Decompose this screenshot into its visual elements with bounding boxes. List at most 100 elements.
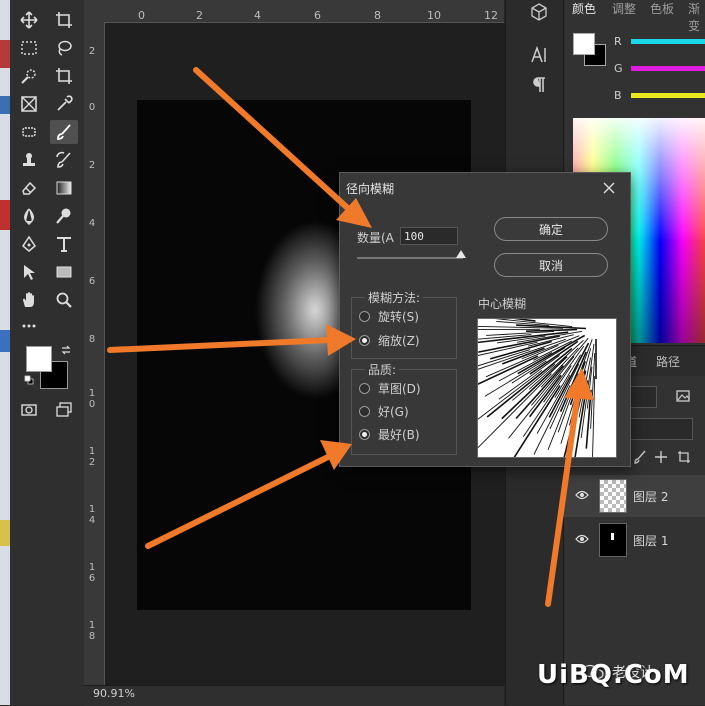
tab-color[interactable]: 颜色 <box>572 0 596 17</box>
ok-button[interactable]: 确定 <box>494 217 608 241</box>
channel-slider-g[interactable]: G <box>569 62 705 77</box>
ruler-tick-label: 1 0 <box>88 388 96 410</box>
lasso-icon[interactable] <box>50 36 78 60</box>
amount-slider-thumb[interactable] <box>456 250 466 258</box>
eye-icon[interactable] <box>575 489 589 501</box>
tab-paths[interactable]: 路径 <box>656 353 680 370</box>
radio-button[interactable] <box>359 405 370 417</box>
panel-foreground-swatch[interactable] <box>573 33 595 55</box>
image-filter-icon[interactable] <box>675 388 691 404</box>
marquee-icon[interactable] <box>15 36 43 60</box>
paragraph-icon[interactable] <box>530 76 548 94</box>
tab-swatches[interactable]: 色板 <box>650 0 674 17</box>
move-icon[interactable] <box>15 8 43 32</box>
zoom-icon[interactable] <box>50 288 78 312</box>
foreground-color-swatch[interactable] <box>26 346 52 372</box>
eyedropper-icon[interactable] <box>50 92 78 116</box>
quick-mask-icon[interactable] <box>15 398 43 422</box>
ruler-tick-label: 2 <box>88 46 96 57</box>
close-icon[interactable] <box>599 178 619 198</box>
tab-adjustments[interactable]: 调整 <box>612 0 636 17</box>
ruler-tick-label: 4 <box>88 218 96 229</box>
desktop-strip <box>0 0 10 705</box>
hand-icon[interactable] <box>15 288 43 312</box>
eye-icon[interactable] <box>575 533 589 545</box>
ruler-tick-label: 1 2 <box>88 446 96 468</box>
frame-icon[interactable] <box>15 92 43 116</box>
ruler-vertical: 2 0 2 4 6 8 1 0 1 2 1 4 1 6 1 8 <box>84 22 105 685</box>
ruler-tick-label: 8 <box>374 9 381 22</box>
radio-best[interactable]: 最好(B) <box>359 426 420 442</box>
radio-label: 好(G) <box>378 404 409 419</box>
healing-icon[interactable] <box>15 120 43 144</box>
ruler-tick-label: 2 <box>88 160 96 171</box>
lock-move-icon[interactable] <box>654 450 668 464</box>
blend-mode-select[interactable] <box>625 418 693 440</box>
blur-center-label: 中心模糊 <box>478 297 527 311</box>
cancel-button[interactable]: 取消 <box>494 253 608 277</box>
channel-label: R <box>614 35 622 48</box>
layer-name[interactable]: 图层 1 <box>633 532 668 549</box>
lock-brush-icon[interactable] <box>633 450 647 464</box>
ruler-tick-label: 8 <box>88 334 96 345</box>
status-bar <box>84 685 504 706</box>
blur-icon[interactable] <box>15 204 43 228</box>
zoom-level[interactable]: 90.91% <box>93 687 135 700</box>
radio-good[interactable]: 好(G) <box>359 403 409 419</box>
stamp-icon[interactable] <box>15 148 43 172</box>
channel-bar[interactable] <box>631 66 705 71</box>
radio-button-selected[interactable] <box>359 428 370 440</box>
layer-row[interactable]: 图层 1 <box>563 519 705 561</box>
path-select-icon[interactable] <box>15 260 43 284</box>
amount-slider-track[interactable] <box>357 257 463 259</box>
radio-label: 最好(B) <box>378 427 420 442</box>
ruler-tick-label: 10 <box>427 9 441 22</box>
blur-method-group <box>351 297 457 359</box>
blur-method-title: 模糊方法: <box>365 289 424 306</box>
default-colors-icon[interactable] <box>24 374 34 385</box>
ruler-tick-label: 0 <box>88 102 96 113</box>
screen-mode-icon[interactable] <box>50 398 78 422</box>
ruler-tick-label: 0 <box>138 9 145 22</box>
channel-slider-b[interactable]: B <box>569 89 705 104</box>
swap-colors-icon[interactable] <box>60 344 72 356</box>
channel-bar[interactable] <box>631 39 705 44</box>
watermark: UiBQ.CoM <box>537 660 690 690</box>
rectangle-icon[interactable] <box>50 260 78 284</box>
ruler-tick-label: 1 4 <box>88 504 96 526</box>
quick-select-icon[interactable] <box>15 64 43 88</box>
radio-button-selected[interactable] <box>359 334 370 346</box>
pen-icon[interactable] <box>15 232 43 256</box>
dodge-icon[interactable] <box>50 204 78 228</box>
eraser-icon[interactable] <box>15 176 43 200</box>
ruler-tick-label: 1 8 <box>88 620 96 642</box>
radio-button[interactable] <box>359 310 370 322</box>
cube-icon[interactable] <box>530 3 548 21</box>
gradient-icon[interactable] <box>50 176 78 200</box>
character-icon[interactable] <box>530 45 548 64</box>
blur-center-preview[interactable] <box>477 318 617 458</box>
ruler-tick-label: 1 6 <box>88 562 96 584</box>
layer-row[interactable]: 图层 2 <box>563 475 705 517</box>
brush-icon[interactable] <box>50 120 78 144</box>
history-brush-icon[interactable] <box>50 148 78 172</box>
radio-draft[interactable]: 草图(D) <box>359 380 421 396</box>
tab-gradients[interactable]: 渐变 <box>688 0 705 34</box>
amount-label: 数量(A <box>357 231 394 245</box>
radio-spin[interactable]: 旋转(S) <box>359 308 419 324</box>
layer-thumbnail <box>599 479 627 513</box>
more-icon[interactable] <box>15 314 43 338</box>
layer-name[interactable]: 图层 2 <box>633 488 668 505</box>
lock-artboard-icon[interactable] <box>677 450 691 464</box>
artboard-icon[interactable] <box>50 8 78 32</box>
crop-icon[interactable] <box>50 64 78 88</box>
radio-zoom[interactable]: 缩放(Z) <box>359 332 420 348</box>
ruler-horizontal: 0 2 4 6 8 10 12 <box>84 0 504 23</box>
amount-input[interactable] <box>400 227 458 245</box>
radio-button[interactable] <box>359 382 370 394</box>
channel-bar[interactable] <box>631 93 705 98</box>
radio-label: 草图(D) <box>378 381 421 396</box>
toolbox-panel <box>10 0 85 705</box>
ruler-tick-label: 6 <box>88 276 96 287</box>
type-icon[interactable] <box>50 232 78 256</box>
